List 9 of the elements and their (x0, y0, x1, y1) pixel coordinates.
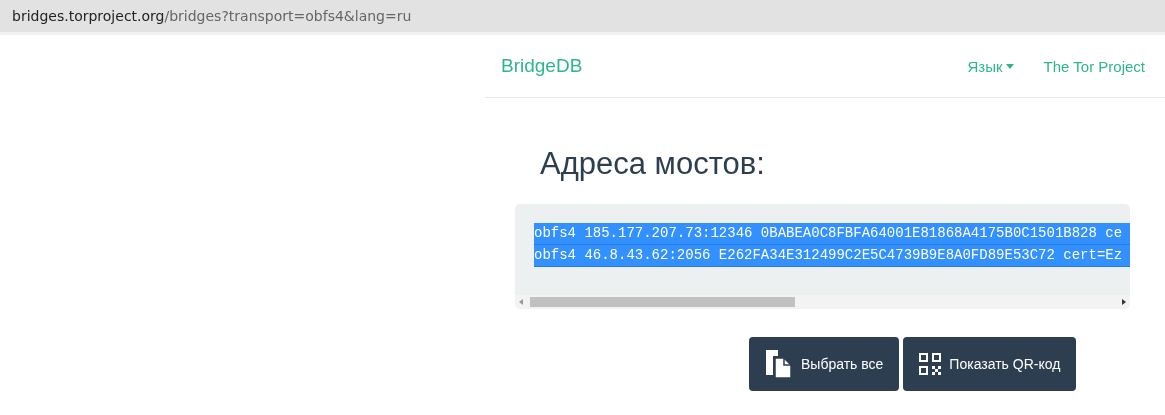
caret-icon (1005, 63, 1014, 69)
address-bar[interactable]: bridges.torproject.org/bridges?transport=obfs4&lang=ru (0, 0, 1165, 35)
documents-icon (765, 349, 793, 379)
page-heading: Адреса мостов: (540, 146, 766, 182)
select-all-button[interactable]: Выбрать все (749, 337, 900, 391)
qr-code-icon (919, 353, 942, 375)
horizontal-scrollbar[interactable] (515, 295, 1130, 309)
show-qr-button[interactable]: Показать QR-код (903, 337, 1077, 391)
url-text: bridges.torproject.org/bridges?transport=obfs4&lang=ru (12, 8, 412, 24)
